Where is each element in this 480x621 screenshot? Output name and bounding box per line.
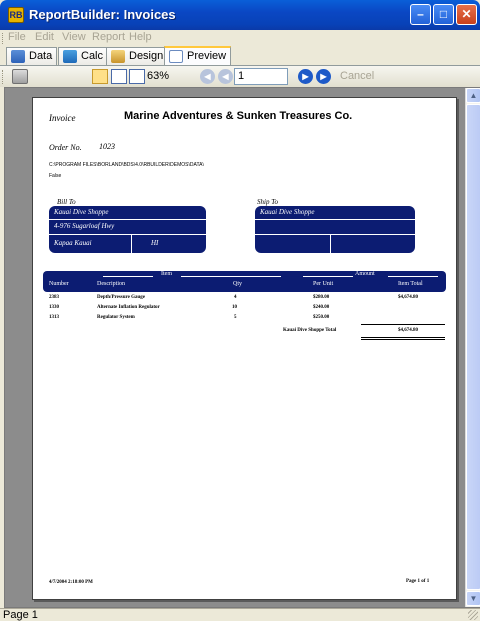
col-item-total: Item Total [398, 281, 423, 287]
status-text: Page 1 [3, 609, 38, 621]
row-per-unit: $280.00 [313, 295, 330, 300]
col-description: Description [97, 281, 125, 287]
app-icon: RB [8, 7, 24, 23]
row-description: Alternate Inflation Regulator [97, 305, 160, 310]
cancel-button[interactable]: Cancel [340, 70, 374, 82]
item-rule-right [181, 276, 281, 277]
scroll-down-icon[interactable]: ▼ [466, 591, 480, 606]
row-per-unit: $250.00 [313, 315, 330, 320]
tab-calc[interactable]: Calc [58, 47, 109, 65]
scroll-thumb[interactable] [466, 104, 480, 590]
amount-group-label: Amount [355, 271, 375, 277]
ship-to-box: Kauai Dive Shoppe [255, 206, 415, 253]
bill-to-divider-1 [49, 219, 206, 220]
preview-toolbar: 63% ◀ ◀ 1 ▶ ▶ Cancel [0, 66, 480, 87]
toolbar-grip [2, 70, 5, 84]
amount-rule-right [388, 276, 438, 277]
menu-help[interactable]: Help [129, 31, 152, 43]
total-value: $4,674.80 [398, 328, 418, 333]
last-page-icon[interactable]: ▶ [316, 69, 331, 84]
status-bar: Page 1 [0, 608, 480, 621]
scroll-up-icon[interactable]: ▲ [466, 88, 480, 103]
bill-to-address: 4-976 Sugarloaf Hwy [54, 222, 115, 230]
bill-to-divider-2 [49, 234, 206, 235]
data-path: C:\PROGRAM FILES\BORLAND\BDS\4.0\RBUILDE… [49, 162, 204, 168]
company-name: Marine Adventures & Sunken Treasures Co. [124, 110, 353, 122]
prev-page-icon[interactable]: ◀ [218, 69, 233, 84]
ship-to-label: Ship To [257, 198, 278, 206]
amount-rule-left [303, 276, 353, 277]
col-number: Number [49, 281, 69, 287]
tab-design[interactable]: Design [106, 47, 169, 65]
bill-to-box: Kauai Dive Shoppe 4-976 Sugarloaf Hwy Ka… [49, 206, 206, 253]
page-width-icon[interactable] [111, 69, 127, 84]
maximize-button[interactable]: □ [433, 4, 454, 25]
tab-data[interactable]: Data [6, 47, 58, 65]
bill-to-name: Kauai Dive Shoppe [54, 208, 109, 216]
tab-bar: Data Calc Design Preview [0, 46, 480, 66]
item-rule-left [103, 276, 153, 277]
items-header: Item Amount Number Description Qty Per U… [43, 271, 446, 292]
report-page: Invoice Marine Adventures & Sunken Treas… [32, 97, 457, 600]
total-label: Kauai Dive Shoppe Total [283, 328, 337, 333]
print-icon[interactable] [12, 69, 28, 84]
menu-grip [2, 33, 5, 44]
title-bar: RB ReportBuilder: Invoices – □ ✕ [0, 0, 480, 30]
row-number: 1330 [49, 305, 59, 310]
menu-bar: File Edit View Report Help [0, 30, 480, 46]
item-group-label: Item [161, 271, 172, 277]
row-qty: 5 [234, 315, 237, 320]
row-number: 1313 [49, 315, 59, 320]
col-qty: Qty [233, 281, 242, 287]
bill-to-city: Kapaa Kauai [54, 239, 92, 247]
order-label: Order No. [49, 143, 82, 152]
next-page-icon[interactable]: ▶ [298, 69, 313, 84]
data-icon [11, 50, 25, 63]
ship-to-vdivider [330, 234, 331, 253]
invoice-label: Invoice [49, 113, 76, 123]
preview-icon [169, 50, 183, 63]
ship-to-name: Kauai Dive Shoppe [260, 208, 315, 216]
row-description: Depth/Pressure Gauge [97, 295, 146, 300]
bill-to-vdivider [131, 234, 132, 253]
menu-view[interactable]: View [62, 31, 86, 43]
total-rule [361, 324, 445, 325]
vertical-scrollbar[interactable]: ▲ ▼ [465, 88, 480, 607]
page-number-input[interactable]: 1 [234, 68, 288, 85]
minimize-button[interactable]: – [410, 4, 431, 25]
col-per-unit: Per Unit [313, 281, 334, 287]
flag-value: False [49, 173, 62, 179]
total-double-rule [361, 337, 445, 340]
close-button[interactable]: ✕ [456, 4, 477, 25]
window-title: ReportBuilder: Invoices [29, 7, 176, 22]
tab-design-label: Design [129, 50, 164, 62]
menu-file[interactable]: File [8, 31, 26, 43]
footer-date: 4/7/2004 2:18:00 PM [49, 580, 93, 585]
tab-data-label: Data [29, 50, 53, 62]
design-icon [111, 50, 125, 63]
tab-preview-label: Preview [187, 50, 227, 62]
bill-to-state: HI [151, 239, 159, 247]
calc-icon [63, 50, 77, 63]
row-qty: 4 [234, 295, 237, 300]
row-item-total: $4,674.80 [398, 295, 418, 300]
bill-to-label: Bill To [57, 198, 76, 206]
row-number: 2383 [49, 295, 59, 300]
ship-to-divider-2 [255, 234, 415, 235]
footer-page: Page 1 of 1 [406, 579, 430, 584]
order-number: 1023 [99, 142, 115, 151]
ship-to-divider-1 [255, 219, 415, 220]
tab-calc-label: Calc [81, 50, 104, 62]
resize-grip-icon[interactable] [468, 610, 478, 620]
menu-report[interactable]: Report [92, 31, 125, 43]
tab-preview[interactable]: Preview [164, 46, 232, 66]
row-description: Regulator System [97, 315, 135, 320]
row-qty: 10 [232, 305, 237, 310]
zoom-icon[interactable] [129, 69, 145, 84]
row-per-unit: $240.00 [313, 305, 330, 310]
whole-page-icon[interactable] [92, 69, 108, 84]
zoom-level[interactable]: 63% [147, 70, 169, 82]
first-page-icon[interactable]: ◀ [200, 69, 215, 84]
menu-edit[interactable]: Edit [35, 31, 54, 43]
